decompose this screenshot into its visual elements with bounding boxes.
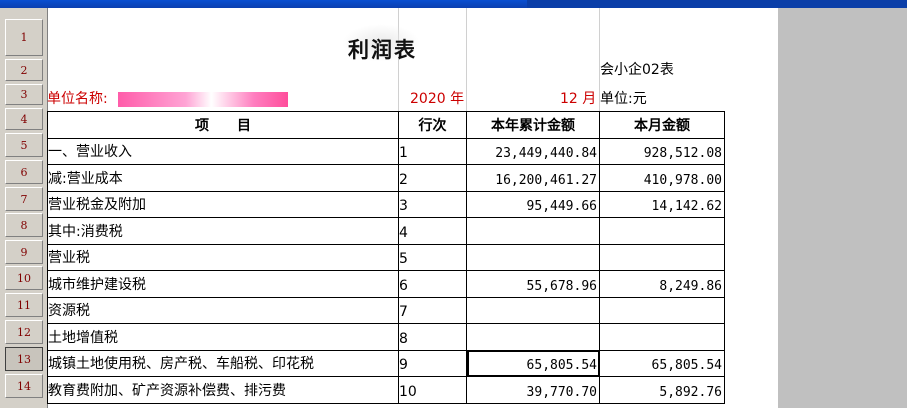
table-row: 资源税 7 [47, 296, 725, 324]
cell-month[interactable]: 8,249.86 [599, 270, 725, 298]
table-row: 一、营业收入 1 23,449,440.84 928,512.08 [47, 137, 725, 165]
cell-month[interactable]: 14,142.62 [599, 190, 725, 218]
cell-item[interactable]: 城镇土地使用税、房产税、车船税、印花税 [47, 349, 399, 377]
cell-ytd[interactable] [466, 296, 600, 324]
column-divider [466, 8, 467, 111]
report-title: 利润表 [348, 38, 417, 62]
cell-line[interactable]: 3 [398, 190, 467, 218]
cell-ytd[interactable]: 55,678.96 [466, 270, 600, 298]
table-row: 营业税金及附加 3 95,449.66 14,142.62 [47, 190, 725, 218]
cell-line[interactable]: 6 [398, 270, 467, 298]
cell-item[interactable]: 减:营业成本 [47, 164, 399, 192]
cell-month[interactable] [599, 217, 725, 245]
cell-ytd[interactable]: 95,449.66 [466, 190, 600, 218]
table-row: 营业税 5 [47, 243, 725, 271]
row-header-10[interactable]: 10 [5, 266, 43, 290]
header-ytd[interactable]: 本年累计金额 [466, 111, 600, 139]
row-header-13[interactable]: 13 [5, 347, 43, 371]
table-row: 城镇土地使用税、房产税、车船税、印花税 9 65,805.54 65,805.54 [47, 349, 725, 377]
cell-month[interactable] [599, 296, 725, 324]
table-row: 城市维护建设税 6 55,678.96 8,249.86 [47, 270, 725, 298]
row-header-8[interactable]: 8 [5, 213, 43, 237]
table-header-row: 项 目 行次 本年累计金额 本月金额 [47, 111, 725, 139]
cell-ytd[interactable]: 23,449,440.84 [466, 137, 600, 165]
form-code: 会小企02表 [600, 62, 674, 78]
company-name-label: 单位名称: [47, 91, 108, 107]
titlebar-right-segment [527, 0, 907, 8]
cell-line[interactable]: 1 [398, 137, 467, 165]
company-name-redacted [118, 92, 288, 107]
row-header-11[interactable]: 11 [5, 293, 43, 317]
header-month[interactable]: 本月金额 [599, 111, 725, 139]
row-header-5[interactable]: 5 [5, 133, 43, 157]
header-item[interactable]: 项 目 [47, 111, 399, 139]
cell-item[interactable]: 教育费附加、矿产资源补偿费、排污费 [47, 376, 399, 404]
cell-month[interactable]: 410,978.00 [599, 164, 725, 192]
row-header-1[interactable]: 1 [5, 19, 43, 56]
table-row: 其中:消费税 4 [47, 217, 725, 245]
cell-ytd[interactable]: 39,770.70 [466, 376, 600, 404]
empty-grey-pane [778, 8, 907, 408]
cell-ytd[interactable]: 65,805.54 [466, 349, 600, 377]
cell-month[interactable] [599, 323, 725, 351]
cell-ytd[interactable] [466, 243, 600, 271]
row-header-12[interactable]: 12 [5, 320, 43, 344]
cell-item[interactable]: 营业税 [47, 243, 399, 271]
cell-month[interactable]: 928,512.08 [599, 137, 725, 165]
window-titlebar [0, 0, 907, 8]
cell-line[interactable]: 8 [398, 323, 467, 351]
table-row: 土地增值税 8 [47, 323, 725, 351]
cell-line[interactable]: 7 [398, 296, 467, 324]
cell-ytd[interactable] [466, 217, 600, 245]
table-row: 减:营业成本 2 16,200,461.27 410,978.00 [47, 164, 725, 192]
cell-month[interactable] [599, 243, 725, 271]
table-row: 教育费附加、矿产资源补偿费、排污费 10 39,770.70 5,892.76 [47, 376, 725, 404]
row-header-7[interactable]: 7 [5, 187, 43, 211]
cell-line[interactable]: 5 [398, 243, 467, 271]
report-month: 12 月 [560, 91, 597, 107]
cell-line[interactable]: 4 [398, 217, 467, 245]
cell-line[interactable]: 2 [398, 164, 467, 192]
cell-month[interactable]: 5,892.76 [599, 376, 725, 404]
row-header-4[interactable]: 4 [5, 108, 43, 130]
cell-line[interactable]: 10 [398, 376, 467, 404]
row-header-2[interactable]: 2 [5, 59, 43, 81]
cell-line[interactable]: 9 [398, 349, 467, 377]
cell-item[interactable]: 土地增值税 [47, 323, 399, 351]
cell-item[interactable]: 其中:消费税 [47, 217, 399, 245]
currency-unit: 单位:元 [600, 91, 647, 107]
row-header-6[interactable]: 6 [5, 160, 43, 184]
report-year: 2020 年 [410, 91, 465, 107]
row-header-column: 1 2 3 4 5 6 7 8 9 10 11 12 13 14 [0, 8, 48, 408]
row-header-9[interactable]: 9 [5, 240, 43, 264]
cell-ytd[interactable]: 16,200,461.27 [466, 164, 600, 192]
cell-item[interactable]: 一、营业收入 [47, 137, 399, 165]
cell-month[interactable]: 65,805.54 [599, 349, 725, 377]
row-header-14[interactable]: 14 [5, 374, 43, 398]
cell-item[interactable]: 资源税 [47, 296, 399, 324]
cell-item[interactable]: 营业税金及附加 [47, 190, 399, 218]
cell-ytd[interactable] [466, 323, 600, 351]
header-line[interactable]: 行次 [398, 111, 467, 139]
income-statement-table: 项 目 行次 本年累计金额 本月金额 一、营业收入 1 23,449,440.84 9… [47, 111, 725, 404]
cell-item[interactable]: 城市维护建设税 [47, 270, 399, 298]
row-header-3[interactable]: 3 [5, 84, 43, 105]
